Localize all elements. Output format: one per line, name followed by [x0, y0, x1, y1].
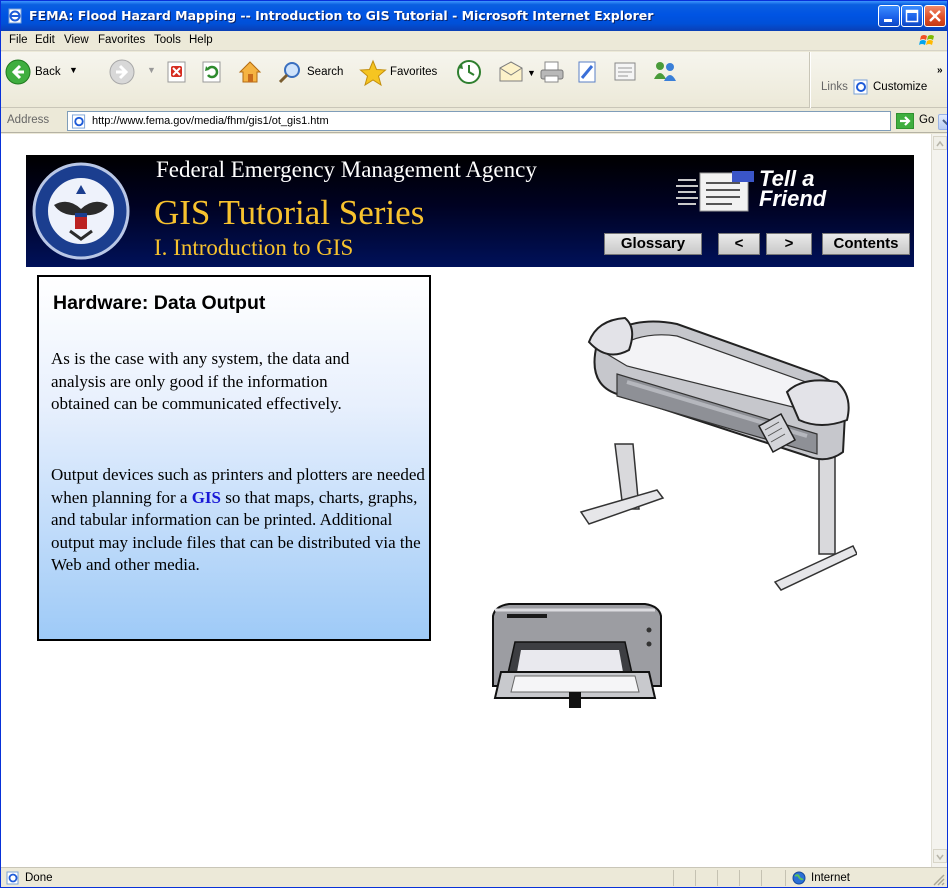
- fema-banner: Federal Emergency Management Agency GIS …: [26, 155, 914, 267]
- tell-line2: Friend: [759, 186, 827, 211]
- forward-dropdown-icon[interactable]: ▼: [147, 65, 156, 75]
- printer-illustration: [492, 603, 662, 708]
- gis-glossary-link[interactable]: GIS: [192, 488, 221, 507]
- status-text: Done: [25, 872, 53, 884]
- page-icon: [71, 114, 86, 129]
- favorites-button[interactable]: Favorites: [359, 58, 451, 88]
- fema-seal-logo: [32, 162, 130, 260]
- status-divider: [739, 870, 740, 886]
- glossary-button[interactable]: Glossary: [604, 233, 702, 255]
- toolbar-divider: [809, 52, 811, 108]
- internet-globe-icon: [792, 871, 806, 885]
- tell-a-friend-link[interactable]: Tell a Friend: [676, 165, 846, 220]
- address-url: http://www.fema.gov/media/fhm/gis1/ot_gi…: [92, 115, 329, 127]
- status-divider: [695, 870, 696, 886]
- menu-file[interactable]: File: [9, 34, 28, 46]
- menu-view[interactable]: View: [64, 34, 89, 46]
- address-bar: Address http://www.fema.gov/media/fhm/gi…: [1, 109, 947, 133]
- go-arrow-icon[interactable]: [896, 113, 914, 129]
- address-input[interactable]: http://www.fema.gov/media/fhm/gis1/ot_gi…: [67, 111, 947, 131]
- stop-icon[interactable]: [166, 61, 188, 83]
- home-icon[interactable]: [237, 59, 263, 85]
- back-arrow-icon: [5, 59, 31, 85]
- status-divider: [761, 870, 762, 886]
- customize-link-icon: [853, 79, 868, 95]
- status-divider: [785, 870, 786, 886]
- close-icon: [929, 10, 941, 22]
- discuss-icon[interactable]: [613, 60, 639, 84]
- customize-link[interactable]: Customize: [873, 81, 927, 93]
- status-divider: [673, 870, 674, 886]
- panel-title: Hardware: Data Output: [53, 292, 266, 314]
- chevron-down-icon: [936, 854, 944, 861]
- tell-a-friend-text: Tell a Friend: [759, 168, 827, 211]
- browser-window: FEMA: Flood Hazard Mapping -- Introducti…: [0, 0, 948, 888]
- page-viewport: Federal Emergency Management Agency GIS …: [1, 134, 931, 867]
- favorites-star-icon: [359, 59, 387, 87]
- minimize-icon: [884, 19, 892, 22]
- minimize-button[interactable]: [878, 5, 900, 27]
- maximize-icon: [905, 9, 919, 23]
- chevron-down-icon: [942, 119, 947, 126]
- menu-favorites[interactable]: Favorites: [98, 34, 145, 46]
- address-dropdown-button[interactable]: [938, 114, 947, 130]
- status-divider: [717, 870, 718, 886]
- ie-page-icon: [8, 8, 22, 24]
- go-button[interactable]: Go: [919, 114, 934, 126]
- search-label: Search: [307, 66, 344, 78]
- menu-tools[interactable]: Tools: [154, 34, 181, 46]
- edit-page-icon[interactable]: [575, 60, 599, 84]
- resize-grip-icon[interactable]: [931, 872, 945, 886]
- document-icon: [676, 171, 754, 212]
- output-devices-paragraph: Output devices such as printers and plot…: [51, 464, 429, 577]
- plotter-illustration: [579, 316, 857, 591]
- forward-arrow-icon: [109, 59, 135, 85]
- favorites-label: Favorites: [390, 66, 438, 78]
- vertical-scrollbar[interactable]: [931, 134, 947, 867]
- messenger-icon[interactable]: [651, 59, 679, 85]
- scroll-down-button[interactable]: [933, 849, 947, 863]
- next-button[interactable]: >: [766, 233, 812, 255]
- previous-button[interactable]: <: [718, 233, 760, 255]
- search-icon: [278, 62, 300, 84]
- search-button[interactable]: Search: [277, 58, 353, 88]
- menu-help[interactable]: Help: [189, 34, 213, 46]
- history-icon[interactable]: [456, 59, 482, 85]
- scroll-up-button[interactable]: [933, 136, 947, 150]
- close-button[interactable]: [924, 5, 946, 27]
- forward-button[interactable]: ▼: [109, 58, 159, 88]
- standard-toolbar: Back ▼ ▼ Search Favorites ▼ Links Custom…: [1, 52, 947, 108]
- title-bar[interactable]: FEMA: Flood Hazard Mapping -- Introducti…: [1, 1, 947, 31]
- contents-button[interactable]: Contents: [822, 233, 910, 255]
- back-button[interactable]: Back ▼: [5, 58, 97, 88]
- series-title: GIS Tutorial Series: [154, 193, 425, 232]
- menu-edit[interactable]: Edit: [35, 34, 55, 46]
- chapter-title: I. Introduction to GIS: [154, 235, 354, 260]
- page-done-icon: [6, 871, 19, 885]
- chevron-up-icon: [936, 140, 944, 147]
- links-label[interactable]: Links: [821, 81, 848, 93]
- windows-logo-icon: [919, 35, 934, 45]
- agency-name: Federal Emergency Management Agency: [156, 157, 537, 182]
- back-dropdown-icon[interactable]: ▼: [69, 65, 78, 75]
- security-zone-label: Internet: [811, 872, 850, 884]
- chevron-more-icon[interactable]: »: [937, 65, 943, 76]
- print-icon[interactable]: [539, 60, 565, 84]
- menu-bar: File Edit View Favorites Tools Help: [1, 31, 947, 51]
- mail-icon[interactable]: [498, 60, 524, 84]
- mail-dropdown-icon[interactable]: ▼: [527, 68, 536, 78]
- intro-paragraph: As is the case with any system, the data…: [51, 349, 350, 413]
- content-panel: Hardware: Data Output As is the case wit…: [37, 275, 431, 641]
- refresh-icon[interactable]: [201, 61, 223, 83]
- back-label: Back: [35, 66, 61, 78]
- window-title: FEMA: Flood Hazard Mapping -- Introducti…: [29, 8, 654, 23]
- status-bar: Done Internet: [1, 867, 947, 887]
- maximize-button[interactable]: [901, 5, 923, 27]
- address-label: Address: [7, 114, 50, 126]
